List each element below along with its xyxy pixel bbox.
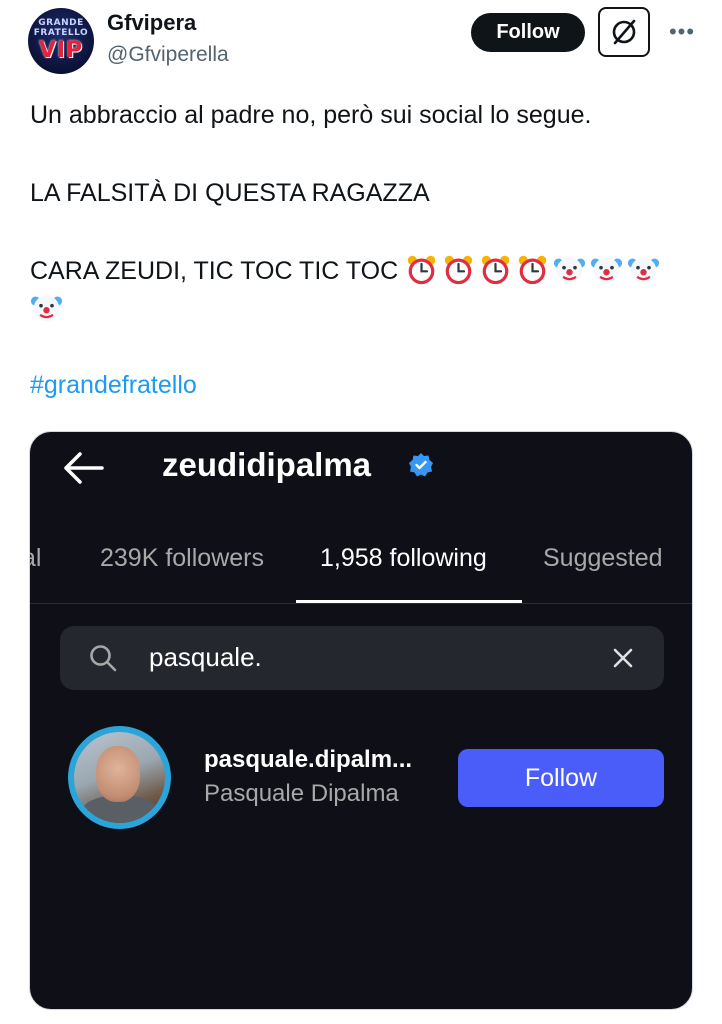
- more-options-icon[interactable]: •••: [664, 14, 700, 50]
- clown-face-icon: [591, 257, 623, 284]
- search-result-row[interactable]: pasquale.dipalm... Pasquale Dipalma Foll…: [68, 726, 668, 836]
- tweet-header: GRANDE FRATELLO VIP Gfvipera @Gfviperell…: [0, 0, 722, 90]
- tab-following[interactable]: 1,958 following: [320, 544, 487, 573]
- alarm-clock-icon: [407, 255, 436, 285]
- back-arrow-icon: [64, 452, 104, 484]
- tweet-text-line: LA FALSITÀ DI QUESTA RAGAZZA: [30, 179, 430, 207]
- hashtag-link[interactable]: #grandefratello: [30, 371, 197, 400]
- author-display-name[interactable]: Gfvipera: [107, 10, 196, 36]
- avatar-logo-vip: VIP: [38, 38, 84, 63]
- tweet-text-line-content: CARA ZEUDI, TIC TOC TIC TOC: [30, 257, 399, 285]
- result-avatar[interactable]: [68, 726, 171, 829]
- embedded-screenshot[interactable]: zeudidipalma al 239K followers 1,958 fol…: [29, 431, 693, 1010]
- alarm-clock-icon: [444, 255, 473, 285]
- author-avatar[interactable]: GRANDE FRATELLO VIP: [28, 8, 94, 74]
- search-icon: [90, 645, 117, 672]
- tab-divider: [30, 603, 692, 604]
- result-username[interactable]: pasquale.dipalm...: [204, 746, 412, 774]
- author-handle[interactable]: @Gfviperella: [107, 43, 229, 67]
- tab-suggested[interactable]: Suggested: [543, 544, 663, 573]
- result-follow-button[interactable]: Follow: [458, 749, 664, 807]
- tweet-text-line: CARA ZEUDI, TIC TOC TIC TOC: [30, 252, 695, 290]
- tweet-text: Un abbraccio al padre no, però sui socia…: [30, 96, 695, 328]
- tab-followers[interactable]: 239K followers: [100, 544, 264, 573]
- grok-button[interactable]: [598, 7, 650, 57]
- tweet-text-line: Un abbraccio al padre no, però sui socia…: [30, 101, 592, 129]
- follow-button[interactable]: Follow: [471, 13, 585, 52]
- alarm-clock-icon: [518, 255, 547, 285]
- search-value: pasquale.: [149, 642, 262, 672]
- search-input[interactable]: pasquale.: [60, 626, 664, 690]
- tab-mutual[interactable]: al: [30, 544, 41, 573]
- result-avatar-photo: [74, 732, 165, 823]
- tweet-text-line: [30, 290, 695, 328]
- tab-bar: al 239K followers 1,958 following Sugges…: [30, 532, 692, 604]
- avatar-logo-text: GRANDE FRATELLO: [33, 18, 89, 38]
- clown-face-icon: [554, 257, 586, 284]
- clear-search-icon[interactable]: [608, 643, 638, 673]
- result-full-name: Pasquale Dipalma: [204, 780, 399, 807]
- clown-face-icon: [30, 295, 63, 322]
- alarm-clock-icon: [481, 255, 510, 285]
- clown-face-icon: [628, 257, 660, 284]
- grok-icon: [612, 19, 636, 45]
- profile-name: zeudidipalma: [162, 446, 372, 483]
- verified-badge-icon: [409, 453, 433, 477]
